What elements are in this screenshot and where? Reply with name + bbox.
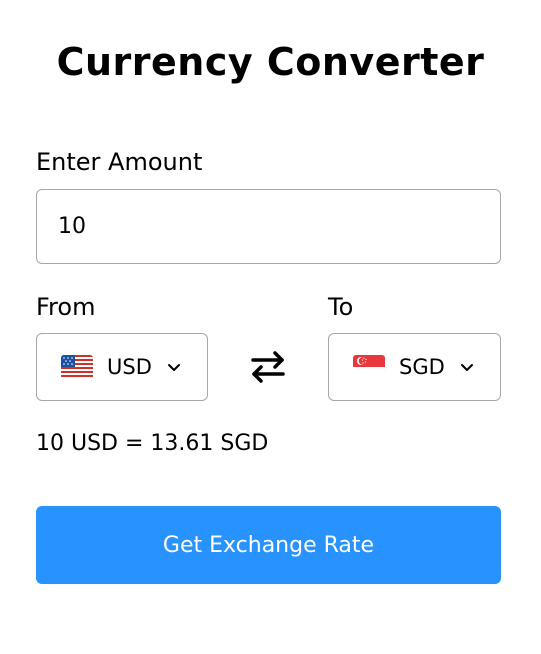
from-currency-select[interactable]: USD xyxy=(36,333,208,401)
chevron-down-icon xyxy=(459,359,475,375)
chevron-down-icon xyxy=(166,359,182,375)
from-currency-code: USD xyxy=(107,355,152,379)
us-flag-icon xyxy=(61,355,93,379)
swap-arrows-icon[interactable] xyxy=(249,349,287,385)
get-exchange-rate-button[interactable]: Get Exchange Rate xyxy=(36,506,501,584)
amount-label: Enter Amount xyxy=(36,148,203,176)
page-title: Currency Converter xyxy=(56,40,485,84)
to-currency-select[interactable]: SGD xyxy=(328,333,501,401)
from-label: From xyxy=(36,293,96,321)
to-label: To xyxy=(328,293,354,321)
to-currency-code: SGD xyxy=(399,355,445,379)
conversion-result: 10 USD = 13.61 SGD xyxy=(36,431,269,456)
amount-input[interactable] xyxy=(36,189,501,264)
sg-flag-icon xyxy=(353,355,385,379)
